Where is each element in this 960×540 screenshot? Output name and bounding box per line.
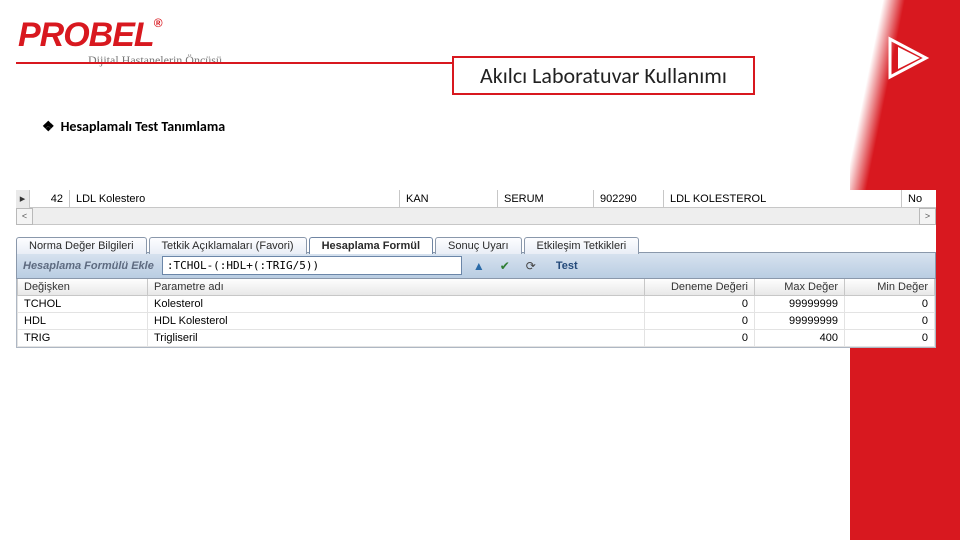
cell-param: HDL Kolesterol	[148, 313, 645, 330]
cell-var: TRIG	[18, 330, 148, 347]
record-row[interactable]: ▸ 42 LDL Kolestero KAN SERUM 902290 LDL …	[16, 190, 936, 208]
cell-max[interactable]: 99999999	[755, 296, 845, 313]
brand-rule	[16, 62, 460, 64]
formula-input[interactable]	[162, 256, 462, 275]
table-row[interactable]: TCHOL Kolesterol 0 99999999 0	[18, 296, 935, 313]
record-id: 42	[30, 190, 70, 208]
record-last: No	[902, 190, 936, 208]
bullet-icon: ❖	[42, 118, 55, 135]
check-icon[interactable]: ✔	[496, 257, 514, 275]
record-group: LDL KOLESTEROL	[664, 190, 902, 208]
test-button[interactable]: Test	[548, 260, 586, 272]
cell-max[interactable]: 400	[755, 330, 845, 347]
col-min[interactable]: Min Değer	[845, 279, 935, 296]
refresh-icon[interactable]: ⟳	[522, 257, 540, 275]
col-max[interactable]: Max Değer	[755, 279, 845, 296]
tab-formula[interactable]: Hesaplama Formül	[309, 237, 433, 254]
table-row[interactable]: TRIG Trigliseril 0 400 0	[18, 330, 935, 347]
tab-result-alert[interactable]: Sonuç Uyarı	[435, 237, 522, 254]
cell-param: Kolesterol	[148, 296, 645, 313]
brand-tagline: Dijital Hastanelerin Öncüsü	[88, 53, 222, 68]
formula-toolbar: Hesaplama Formülü Ekle ▲ ✔ ⟳ Test	[16, 253, 936, 279]
variables-grid: Değişken Parametre adı Deneme Değeri Max…	[16, 279, 936, 348]
scroll-left-button[interactable]: <	[16, 208, 33, 225]
cell-var: TCHOL	[18, 296, 148, 313]
cell-trial[interactable]: 0	[645, 330, 755, 347]
app-panel: ▸ 42 LDL Kolestero KAN SERUM 902290 LDL …	[16, 190, 936, 348]
cell-param: Trigliseril	[148, 330, 645, 347]
cell-trial[interactable]: 0	[645, 313, 755, 330]
tab-descriptions[interactable]: Tetkik Açıklamaları (Favori)	[149, 237, 307, 254]
tab-strip: Norma Değer Bilgileri Tetkik Açıklamalar…	[16, 231, 936, 253]
col-trial[interactable]: Deneme Değeri	[645, 279, 755, 296]
cell-max[interactable]: 99999999	[755, 313, 845, 330]
row-indicator-icon[interactable]: ▸	[16, 190, 30, 208]
col-param[interactable]: Parametre adı	[148, 279, 645, 296]
brand-name: PROBEL	[18, 16, 154, 54]
col-var[interactable]: Değişken	[18, 279, 148, 296]
tab-normal-values[interactable]: Norma Değer Bilgileri	[16, 237, 147, 254]
record-specimen: SERUM	[498, 190, 594, 208]
record-material: KAN	[400, 190, 498, 208]
cell-min[interactable]: 0	[845, 330, 935, 347]
cell-var: HDL	[18, 313, 148, 330]
formula-label: Hesaplama Formülü Ekle	[23, 260, 154, 272]
variables-header-row: Değişken Parametre adı Deneme Değeri Max…	[18, 279, 935, 296]
bullet-line: ❖ Hesaplamalı Test Tanımlama	[42, 118, 225, 135]
tab-interactions[interactable]: Etkileşim Tetkikleri	[524, 237, 640, 254]
cell-trial[interactable]: 0	[645, 296, 755, 313]
bullet-text: Hesaplamalı Test Tanımlama	[61, 118, 226, 135]
scroll-right-button[interactable]: >	[919, 208, 936, 225]
table-row[interactable]: HDL HDL Kolesterol 0 99999999 0	[18, 313, 935, 330]
registered-icon: ®	[154, 16, 163, 30]
triangle-up-icon[interactable]: ▲	[470, 257, 488, 275]
record-code: 902290	[594, 190, 664, 208]
brand-logo: PROBEL® Dijital Hastanelerin Öncüsü	[18, 16, 222, 68]
record-name: LDL Kolestero	[70, 190, 400, 208]
horizontal-scrollbar[interactable]: < >	[16, 208, 936, 225]
cell-min[interactable]: 0	[845, 313, 935, 330]
cell-min[interactable]: 0	[845, 296, 935, 313]
page-title: Akılcı Laboratuvar Kullanımı	[452, 56, 755, 95]
